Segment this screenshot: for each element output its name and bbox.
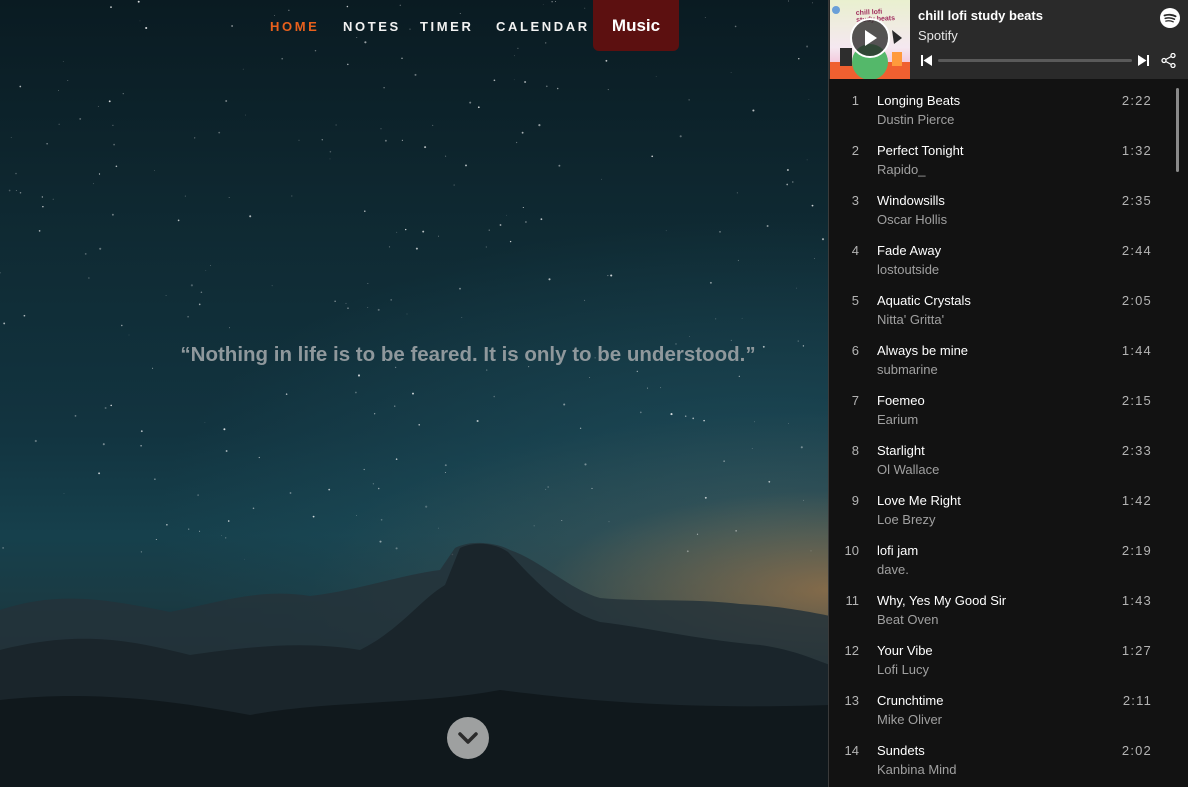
track-name: Why, Yes My Good Sir xyxy=(877,593,1007,608)
spotify-player: chill lofi study beats chill lofi study … xyxy=(828,0,1188,787)
track-number: 5 xyxy=(851,293,859,308)
nav-music-button[interactable]: Music xyxy=(593,0,679,51)
track-number: 1 xyxy=(851,93,859,108)
track-number: 10 xyxy=(844,543,859,558)
track-row[interactable]: 10 lofi jam dave. 2:19 xyxy=(829,535,1179,585)
playlist-title: chill lofi study beats xyxy=(918,8,1043,23)
track-artist: lostoutside xyxy=(877,262,940,277)
track-duration: 2:05 xyxy=(1121,293,1152,308)
next-icon[interactable] xyxy=(1138,55,1149,66)
progress-bar[interactable] xyxy=(938,59,1132,62)
playlist-source: Spotify xyxy=(918,28,958,43)
scroll-down-button[interactable] xyxy=(447,717,489,759)
track-artist: Dustin Pierce xyxy=(877,112,955,127)
track-name: Fade Away xyxy=(877,243,942,258)
track-row[interactable]: 12 Your Vibe Lofi Lucy 1:27 xyxy=(829,635,1179,685)
track-number: 14 xyxy=(844,743,859,758)
track-artist: Ol Wallace xyxy=(877,462,940,477)
track-duration: 2:44 xyxy=(1121,243,1152,258)
track-artist: Mike Oliver xyxy=(877,712,943,727)
spotify-icon[interactable] xyxy=(1160,8,1180,28)
track-name: Aquatic Crystals xyxy=(877,293,971,308)
track-name: lofi jam xyxy=(877,543,919,558)
track-artist: submarine xyxy=(877,362,938,377)
track-duration: 1:43 xyxy=(1121,593,1152,608)
track-name: Sundets xyxy=(877,743,925,758)
nav-calendar[interactable]: CALENDAR xyxy=(496,19,590,34)
track-number: 12 xyxy=(844,643,859,658)
track-name: Perfect Tonight xyxy=(877,143,964,158)
track-name: Foemeo xyxy=(877,393,925,408)
track-number: 11 xyxy=(845,593,860,608)
nav-timer[interactable]: TIMER xyxy=(420,19,473,34)
track-duration: 2:15 xyxy=(1121,393,1152,408)
track-row[interactable]: 2 Perfect Tonight Rapido_ 1:32 xyxy=(829,135,1179,185)
previous-icon[interactable] xyxy=(921,55,932,66)
track-number: 4 xyxy=(851,243,859,258)
track-artist: Rapido_ xyxy=(877,162,926,177)
track-artist: Loe Brezy xyxy=(877,512,936,527)
track-number: 8 xyxy=(851,443,859,458)
track-name: Love Me Right xyxy=(877,493,961,508)
track-name: Always be mine xyxy=(877,343,969,358)
track-row[interactable]: 8 Starlight Ol Wallace 2:33 xyxy=(829,435,1179,485)
track-name: Crunchtime xyxy=(877,693,944,708)
background-scene xyxy=(0,0,830,787)
track-number: 6 xyxy=(851,343,859,358)
track-artist: Lofi Lucy xyxy=(877,662,930,677)
track-row[interactable]: 14 Sundets Kanbina Mind 2:02 xyxy=(829,735,1179,785)
track-row[interactable]: 1 Longing Beats Dustin Pierce 2:22 xyxy=(829,85,1179,135)
track-row[interactable]: 5 Aquatic Crystals Nitta' Gritta' 2:05 xyxy=(829,285,1179,335)
track-row[interactable]: 9 Love Me Right Loe Brezy 1:42 xyxy=(829,485,1179,535)
track-artist: Oscar Hollis xyxy=(877,212,948,227)
play-button[interactable] xyxy=(850,18,890,58)
track-duration: 2:22 xyxy=(1121,93,1152,108)
track-artist: dave. xyxy=(877,562,909,577)
track-duration: 1:42 xyxy=(1121,493,1152,508)
track-duration: 2:35 xyxy=(1121,193,1152,208)
track-duration: 1:27 xyxy=(1121,643,1152,658)
track-row[interactable]: 6 Always be mine submarine 1:44 xyxy=(829,335,1179,385)
track-number: 2 xyxy=(851,143,859,158)
top-navigation: HOME NOTES TIMER CALENDAR Music xyxy=(0,0,830,60)
track-number: 9 xyxy=(851,493,859,508)
track-number: 13 xyxy=(844,693,859,708)
track-duration: 2:02 xyxy=(1121,743,1152,758)
playlist-cover: chill lofi study beats xyxy=(830,0,910,79)
track-row[interactable]: 4 Fade Away lostoutside 2:44 xyxy=(829,235,1179,285)
tracklist-scrollbar[interactable] xyxy=(1176,88,1179,172)
track-row[interactable]: 13 Crunchtime Mike Oliver 2:11 xyxy=(829,685,1179,735)
inspirational-quote: “Nothing in life is to be feared. It is … xyxy=(180,343,756,366)
track-duration: 2:11 xyxy=(1122,693,1152,708)
track-name: Longing Beats xyxy=(877,93,961,108)
track-artist: Kanbina Mind xyxy=(877,762,957,777)
nav-notes[interactable]: NOTES xyxy=(343,19,401,34)
track-artist: Beat Oven xyxy=(877,612,939,627)
chevron-down-icon xyxy=(458,732,478,744)
player-header: chill lofi study beats chill lofi study … xyxy=(829,0,1188,79)
track-duration: 1:32 xyxy=(1121,143,1152,158)
track-list: 1 Longing Beats Dustin Pierce 2:22 2 Perfect … xyxy=(829,79,1188,787)
track-number: 3 xyxy=(851,193,859,208)
track-duration: 2:33 xyxy=(1121,443,1152,458)
nav-home[interactable]: HOME xyxy=(270,19,319,34)
track-row[interactable]: 3 Windowsills Oscar Hollis 2:35 xyxy=(829,185,1179,235)
track-artist: Nitta' Gritta' xyxy=(877,312,945,327)
play-icon xyxy=(865,30,877,46)
track-name: Windowsills xyxy=(877,193,945,208)
track-duration: 2:19 xyxy=(1121,543,1152,558)
share-icon[interactable] xyxy=(1161,53,1176,68)
track-name: Starlight xyxy=(877,443,925,458)
track-name: Your Vibe xyxy=(877,643,933,658)
track-number: 7 xyxy=(851,393,859,408)
track-duration: 1:44 xyxy=(1121,343,1152,358)
track-row[interactable]: 7 Foemeo Earium 2:15 xyxy=(829,385,1179,435)
mountain-silhouette xyxy=(0,542,830,787)
track-row[interactable]: 11 Why, Yes My Good Sir Beat Oven 1:43 xyxy=(829,585,1179,635)
track-artist: Earium xyxy=(877,412,919,427)
